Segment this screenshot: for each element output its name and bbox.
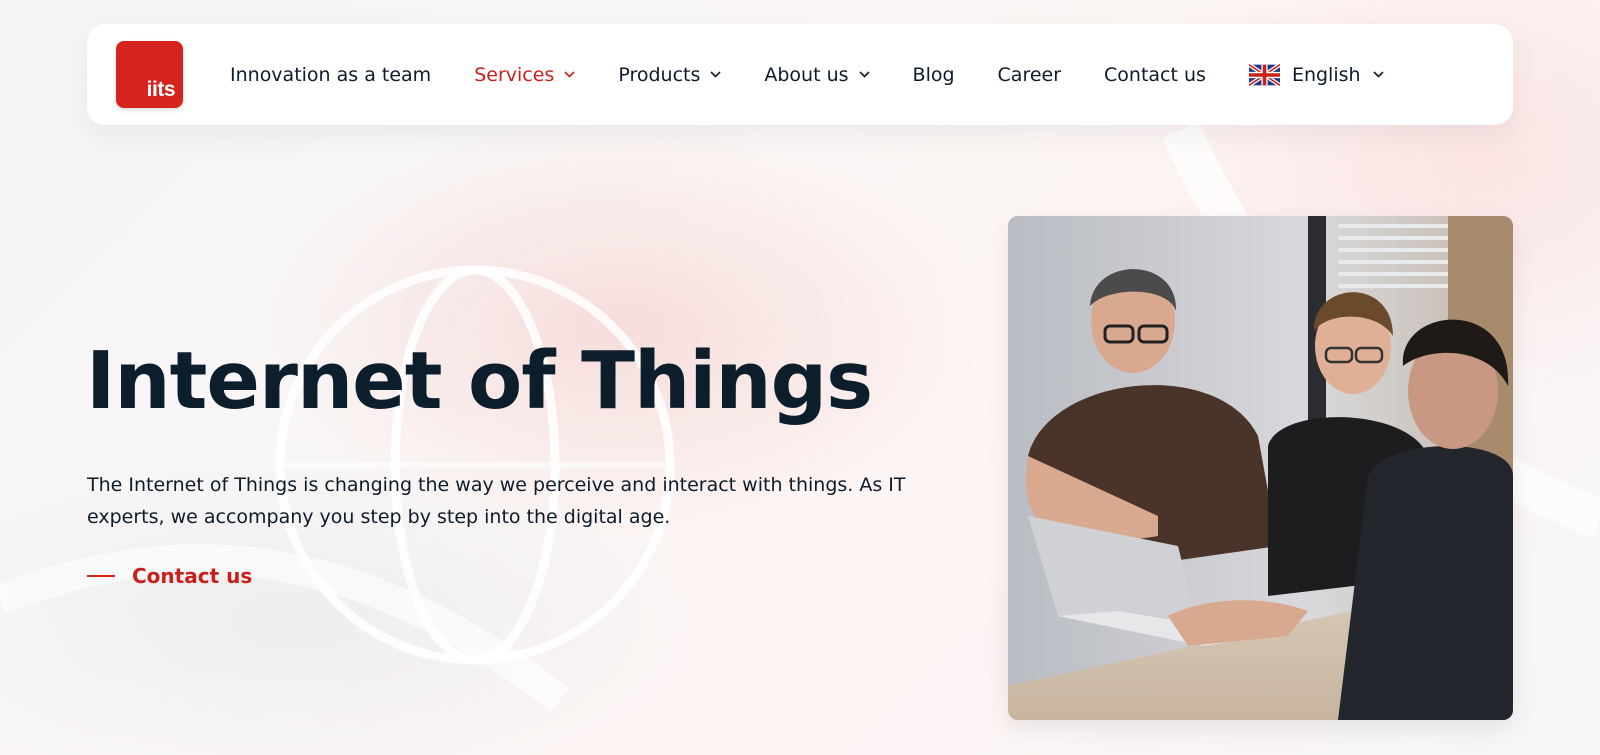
chevron-down-icon	[858, 71, 870, 78]
iits-logo[interactable]: iits	[116, 41, 183, 108]
cta-line-decoration	[87, 575, 115, 577]
team-photo	[1008, 216, 1513, 720]
chevron-down-icon	[710, 71, 721, 78]
logo-text: iits	[146, 78, 176, 101]
page-title: Internet of Things	[86, 335, 873, 427]
chevron-down-icon	[1372, 71, 1384, 78]
main-nav: Innovation as a team Services Products A…	[230, 24, 1427, 125]
nav-item-label: Services	[474, 63, 555, 86]
nav-item-services[interactable]: Services	[474, 64, 575, 86]
nav-item-products[interactable]: Products	[618, 64, 721, 86]
nav-item-about-us[interactable]: About us	[764, 63, 870, 86]
nav-item-label: Innovation as a team	[230, 63, 432, 86]
language-label: English	[1291, 63, 1361, 86]
team-photo-illustration	[1008, 216, 1513, 720]
cta-label: Contact us	[132, 564, 253, 588]
globe-watermark-icon	[275, 265, 675, 665]
nav-item-label: Blog	[912, 63, 955, 86]
hero-description: The Internet of Things is changing the w…	[87, 474, 906, 528]
language-selector[interactable]: English	[1248, 63, 1384, 86]
nav-item-innovation-as-a-team[interactable]: Innovation as a team	[230, 64, 431, 86]
nav-item-label: Career	[997, 63, 1062, 86]
nav-item-label: Contact us	[1104, 63, 1206, 86]
contact-us-cta[interactable]: Contact us	[87, 564, 252, 588]
uk-flag-icon	[1248, 63, 1280, 86]
chevron-down-icon	[564, 71, 575, 78]
nav-item-label: Products	[618, 63, 701, 86]
top-navigation-bar: iits Innovation as a team Services Produ…	[87, 24, 1513, 125]
nav-item-label: About us	[764, 63, 849, 86]
nav-item-blog[interactable]: Blog	[913, 64, 955, 86]
nav-item-career[interactable]: Career	[998, 64, 1062, 86]
nav-item-contact-us[interactable]: Contact us	[1104, 64, 1206, 86]
